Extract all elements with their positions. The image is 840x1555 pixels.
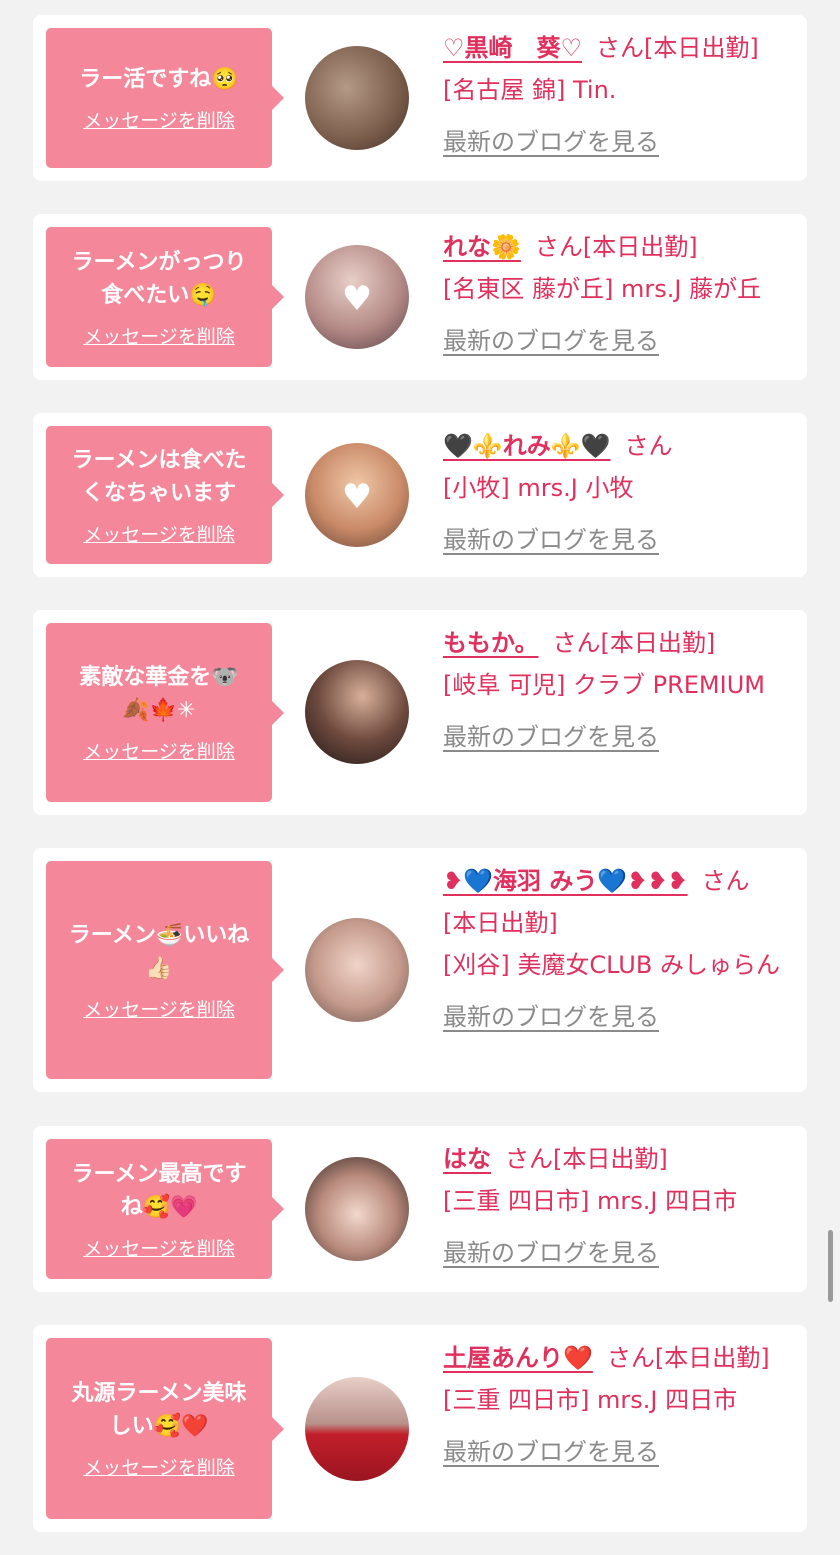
latest-blog-link[interactable]: 最新のブログを見る (443, 1431, 659, 1473)
message-bubble: ラーメン最高です ね🥰💗 メッセージを削除 (46, 1139, 284, 1279)
shop-info: [岐阜 可児] クラブ PREMIUM (443, 671, 765, 699)
message-card: ラーメン最高です ね🥰💗 メッセージを削除 はな さん[本日出勤] [三重 四日市… (33, 1126, 807, 1292)
message-card: 素敵な華金を🐨 🍂🍁✳ メッセージを削除 ももか。 さん[本日出勤] [岐阜 可児… (33, 610, 807, 815)
profile-info: 🖤⚜️れみ⚜️🖤 さん [小牧] mrs.J 小牧 最新のブログを見る (443, 425, 793, 561)
honorific: さん (534, 233, 583, 261)
message-card: ラー活ですね🥺 メッセージを削除 ♡黒崎 葵♡ さん[本日出勤] [名古屋 錦] … (33, 15, 807, 181)
honorific: さん (606, 1344, 655, 1372)
profile-name-link[interactable]: ❥💙海羽 みう💙❥❥❥ (443, 867, 688, 895)
delete-message-link[interactable]: メッセージを削除 (83, 322, 235, 349)
delete-message-link[interactable]: メッセージを削除 (83, 1453, 235, 1480)
avatar[interactable] (305, 918, 409, 1022)
honorific: さん (552, 629, 601, 657)
message-text: 丸源ラーメン美味 しい🥰❤️ (71, 1381, 247, 1439)
attendance-status: [本日出勤] (443, 909, 558, 937)
avatar[interactable]: ♥ (305, 245, 409, 349)
profile-info: ももか。 さん[本日出勤] [岐阜 可児] クラブ PREMIUM 最新のブログを… (443, 622, 793, 758)
attendance-status: [本日出勤] (644, 34, 759, 62)
latest-blog-link[interactable]: 最新のブログを見る (443, 996, 659, 1038)
profile-info: はな さん[本日出勤] [三重 四日市] mrs.J 四日市 最新のブログを見る (443, 1138, 793, 1274)
message-bubble: 素敵な華金を🐨 🍂🍁✳ メッセージを削除 (46, 623, 284, 802)
shop-info: [三重 四日市] mrs.J 四日市 (443, 1386, 738, 1414)
honorific: さん (505, 1145, 553, 1173)
profile-info: ♡黒崎 葵♡ さん[本日出勤] [名古屋 錦] Tin. 最新のブログを見る (443, 27, 793, 163)
shop-info: [名古屋 錦] Tin. (443, 76, 617, 104)
shop-info: [小牧] mrs.J 小牧 (443, 474, 634, 502)
profile-info: れな🌼 さん[本日出勤] [名東区 藤が丘] mrs.J 藤が丘 最新のブログを見… (443, 226, 793, 362)
message-text: ラーメンは食べた くなちゃいます (71, 447, 247, 506)
profile-name-link[interactable]: ももか。 (443, 629, 539, 657)
scrollbar[interactable] (828, 1230, 833, 1302)
message-card: 丸源ラーメン美味 しい🥰❤️ メッセージを削除 土屋あんり❤️ さん[本日出勤] … (33, 1325, 807, 1532)
avatar[interactable] (305, 46, 409, 150)
latest-blog-link[interactable]: 最新のブログを見る (443, 320, 659, 362)
profile-name-link[interactable]: はな (443, 1145, 491, 1173)
message-text: ラーメン🍜いいね 👍🏻 (68, 922, 250, 981)
avatar[interactable] (305, 660, 409, 764)
message-bubble: ラーメン🍜いいね 👍🏻 メッセージを削除 (46, 861, 284, 1079)
message-bubble: 丸源ラーメン美味 しい🥰❤️ メッセージを削除 (46, 1338, 284, 1519)
message-text: ラーメン最高です ね🥰💗 (71, 1161, 247, 1220)
message-card: ラーメン🍜いいね 👍🏻 メッセージを削除 ❥💙海羽 みう💙❥❥❥ さん [本日出勤… (33, 848, 807, 1092)
profile-info: 土屋あんり❤️ さん[本日出勤] [三重 四日市] mrs.J 四日市 最新のブロ… (443, 1337, 793, 1473)
delete-message-link[interactable]: メッセージを削除 (83, 520, 235, 547)
avatar[interactable] (305, 1157, 409, 1261)
profile-name-link[interactable]: 🖤⚜️れみ⚜️🖤 (443, 432, 611, 460)
profile-info: ❥💙海羽 みう💙❥❥❥ さん [本日出勤] [刈谷] 美魔女CLUB みしゅらん … (443, 860, 793, 1038)
message-text: ラーメンがっつり 食べたい🤤 (71, 249, 247, 308)
message-card: ラーメンは食べた くなちゃいます メッセージを削除 ♥ 🖤⚜️れみ⚜️🖤 さん [… (33, 413, 807, 577)
honorific: さん (596, 34, 645, 62)
message-bubble: ラー活ですね🥺 メッセージを削除 (46, 28, 284, 168)
message-text: 素敵な華金を🐨 🍂🍁✳ (79, 665, 239, 723)
heart-icon: ♥ (341, 279, 373, 320)
profile-name-link[interactable]: ♡黒崎 葵♡ (443, 34, 582, 62)
delete-message-link[interactable]: メッセージを削除 (83, 106, 235, 133)
delete-message-link[interactable]: メッセージを削除 (83, 995, 235, 1022)
profile-name-link[interactable]: れな🌼 (443, 233, 521, 261)
latest-blog-link[interactable]: 最新のブログを見る (443, 121, 659, 163)
shop-info: [名東区 藤が丘] mrs.J 藤が丘 (443, 275, 762, 303)
avatar[interactable] (305, 1377, 409, 1481)
shop-info: [刈谷] 美魔女CLUB みしゅらん (443, 951, 780, 979)
shop-info: [三重 四日市] mrs.J 四日市 (443, 1187, 738, 1215)
profile-name-link[interactable]: 土屋あんり❤️ (443, 1344, 593, 1372)
delete-message-link[interactable]: メッセージを削除 (83, 1234, 235, 1261)
heart-icon: ♥ (341, 477, 373, 518)
message-bubble: ラーメンがっつり 食べたい🤤 メッセージを削除 (46, 227, 284, 367)
latest-blog-link[interactable]: 最新のブログを見る (443, 519, 659, 561)
delete-message-link[interactable]: メッセージを削除 (83, 737, 235, 764)
honorific: さん (701, 867, 750, 895)
latest-blog-link[interactable]: 最新のブログを見る (443, 716, 659, 758)
avatar[interactable]: ♥ (305, 443, 409, 547)
attendance-status: [本日出勤] (600, 629, 716, 657)
message-text: ラー活ですね🥺 (79, 67, 239, 92)
attendance-status: [本日出勤] (654, 1344, 770, 1372)
attendance-status: [本日出勤] (553, 1145, 668, 1173)
message-card: ラーメンがっつり 食べたい🤤 メッセージを削除 ♥ れな🌼 さん[本日出勤] [名… (33, 214, 807, 380)
latest-blog-link[interactable]: 最新のブログを見る (443, 1232, 659, 1274)
attendance-status: [本日出勤] (582, 233, 698, 261)
message-bubble: ラーメンは食べた くなちゃいます メッセージを削除 (46, 426, 284, 564)
honorific: さん (624, 432, 673, 460)
